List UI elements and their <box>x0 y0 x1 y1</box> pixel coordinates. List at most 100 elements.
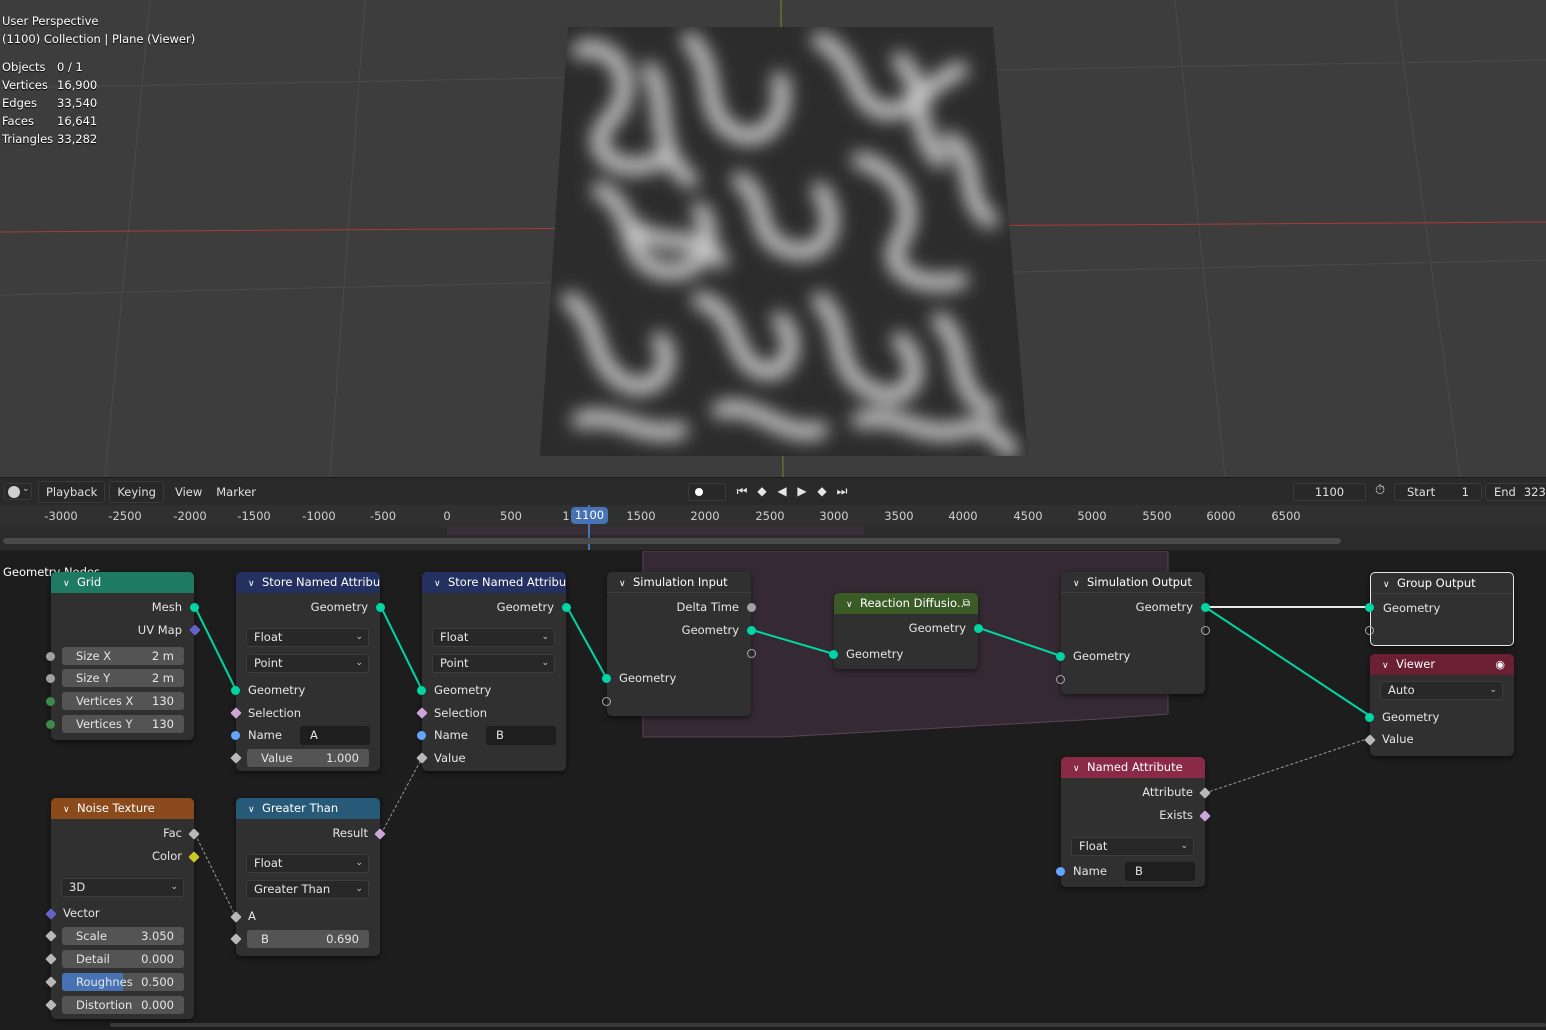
store-named-attribute-node[interactable]: ∨ Store Named Attribute Geometry Float ⌄ P… <box>416 572 571 771</box>
current-frame-field[interactable]: 1100 <box>1293 483 1366 501</box>
timeline-editor[interactable]: ⌄ Playback Keying View Marker ⏮ ◆ ◀ ▶ ◆ … <box>0 478 1546 550</box>
node-header[interactable]: ∨ Grid <box>51 572 194 593</box>
size-y-field[interactable]: Size Y 2 m <box>62 669 184 687</box>
keying-menu[interactable]: Keying <box>109 480 164 503</box>
empty-socket[interactable] <box>1201 626 1210 635</box>
play-reverse-icon[interactable]: ◀ <box>775 484 789 499</box>
size-x-field[interactable]: Size X 2 m <box>62 647 184 665</box>
mesh-socket[interactable] <box>190 603 199 612</box>
chevron-down-icon[interactable]: ∨ <box>63 800 77 819</box>
node-header[interactable]: ∨ Store Named Attribute <box>422 572 566 593</box>
vertices-y-field[interactable]: Vertices Y 130 <box>62 715 184 733</box>
chevron-down-icon[interactable]: ∨ <box>619 574 633 592</box>
node-header[interactable]: ∨ Store Named Attribute <box>236 572 380 593</box>
group-output-node[interactable]: ∨ Group Output Geometry <box>1365 572 1514 646</box>
name-input[interactable]: B <box>486 726 556 745</box>
geometry-out-socket[interactable] <box>376 603 385 612</box>
data-type-dropdown[interactable]: Float ⌄ <box>246 854 369 873</box>
geometry-in-socket[interactable] <box>602 674 611 683</box>
view-menu[interactable]: View <box>168 482 209 502</box>
geometry-in-socket[interactable] <box>1056 652 1065 661</box>
delta-time-socket[interactable] <box>747 603 756 612</box>
vertices-x-field[interactable]: Vertices X 130 <box>62 692 184 710</box>
chevron-down-icon[interactable]: ∨ <box>434 574 448 593</box>
data-type-dropdown[interactable]: Float ⌄ <box>432 628 555 647</box>
node-header[interactable]: ∨ Simulation Input <box>607 572 751 593</box>
viewer-domain-dropdown[interactable]: Auto ⌄ <box>1380 681 1503 700</box>
play-icon[interactable]: ▶ <box>795 484 809 499</box>
geometry-out-socket[interactable] <box>562 603 571 612</box>
name-socket[interactable] <box>1056 867 1065 876</box>
name-input[interactable]: B <box>1125 862 1195 881</box>
noise-texture-node[interactable]: ∨ Noise Texture Fac Color 3D ⌄ Vector Scal… <box>45 798 200 1019</box>
node-header[interactable]: ∨ Greater Than <box>236 798 380 819</box>
editor-type-button[interactable]: ⌄ <box>4 483 32 500</box>
timeline-scrollbar[interactable] <box>3 538 1341 544</box>
stopwatch-icon[interactable]: ⏱ <box>1375 483 1385 498</box>
auto-keying-button[interactable] <box>688 483 726 501</box>
3d-viewport[interactable]: User Perspective (1100) Collection | Pla… <box>0 0 1546 477</box>
reaction-diffusion-group-node[interactable]: ∨ Reaction Diffusio.. ⧉ Geometry Geometry <box>829 593 983 669</box>
empty-socket[interactable] <box>1056 675 1065 684</box>
name-socket[interactable] <box>417 731 426 740</box>
size-x-socket[interactable] <box>46 652 55 661</box>
empty-socket[interactable] <box>747 649 756 658</box>
geometry-out-socket[interactable] <box>1201 603 1210 612</box>
start-frame-field[interactable]: Start 1 <box>1394 483 1482 501</box>
jump-end-icon[interactable]: ⏭ <box>835 484 849 499</box>
node-header[interactable]: ∨ Noise Texture <box>51 798 194 819</box>
geometry-in-socket[interactable] <box>231 686 240 695</box>
node-header[interactable]: ∨ Simulation Output <box>1061 572 1205 593</box>
geometry-out-socket[interactable] <box>974 624 983 633</box>
chevron-down-icon[interactable]: ∨ <box>63 574 77 593</box>
vertices-x-socket[interactable] <box>46 697 55 706</box>
node-header[interactable]: ∨ Reaction Diffusio.. ⧉ <box>834 593 978 614</box>
name-input[interactable]: A <box>300 726 370 745</box>
chevron-down-icon[interactable]: ∨ <box>1383 575 1397 593</box>
size-y-socket[interactable] <box>46 674 55 683</box>
playback-menu[interactable]: Playback <box>38 480 106 503</box>
distortion-field[interactable]: Distortion 0.000 <box>62 996 184 1014</box>
grid-node[interactable]: ∨ Grid Mesh UV Map Size X 2 m Size Y 2 m Ve… <box>46 572 201 740</box>
operation-dropdown[interactable]: Greater Than ⌄ <box>246 880 369 899</box>
end-frame-field[interactable]: End 3233 <box>1485 483 1546 501</box>
chevron-down-icon[interactable]: ∨ <box>248 574 262 593</box>
viewer-node[interactable]: ∨ Viewer ◉ Auto ⌄ Geometry Value <box>1364 654 1514 756</box>
b-field[interactable]: B 0.690 <box>247 930 369 948</box>
domain-dropdown[interactable]: Point ⌄ <box>246 654 369 673</box>
node-header[interactable]: ∨ Viewer ◉ <box>1370 654 1514 675</box>
chevron-down-icon[interactable]: ∨ <box>248 800 262 819</box>
chevron-down-icon[interactable]: ∨ <box>1073 574 1087 592</box>
next-keyframe-icon[interactable]: ◆ <box>815 484 829 499</box>
named-attribute-node[interactable]: ∨ Named Attribute Attribute Exists Float ⌄… <box>1056 757 1211 887</box>
dimensions-dropdown[interactable]: 3D ⌄ <box>61 878 184 897</box>
domain-dropdown[interactable]: Point ⌄ <box>432 654 555 673</box>
frame-ruler[interactable]: -3000 -2500 -2000 -1500 -1000 -500 0 500… <box>0 505 1546 527</box>
jump-start-icon[interactable]: ⏮ <box>735 484 749 499</box>
geometry-out-socket[interactable] <box>747 626 756 635</box>
store-named-attribute-node[interactable]: ∨ Store Named Attribute Geometry Float ⌄ P… <box>230 572 385 771</box>
data-type-dropdown[interactable]: Float ⌄ <box>246 628 369 647</box>
node-header[interactable]: ∨ Group Output <box>1371 573 1513 594</box>
chevron-down-icon[interactable]: ∨ <box>1382 656 1396 675</box>
data-type-dropdown[interactable]: Float ⌄ <box>1071 837 1194 856</box>
chevron-down-icon[interactable]: ∨ <box>846 595 860 614</box>
roughness-slider[interactable]: Roughnes 0.500 <box>62 973 184 991</box>
node-editor[interactable]: Geometry Nodes ∨ Grid Mesh UV Map Size X2… <box>0 551 1546 1030</box>
compare-node[interactable]: ∨ Greater Than Result Float ⌄ Greater Than… <box>230 798 386 956</box>
node-group-icon[interactable]: ⧉ <box>963 593 970 614</box>
geometry-in-socket[interactable] <box>417 686 426 695</box>
chevron-down-icon[interactable]: ∨ <box>1073 759 1087 778</box>
marker-menu[interactable]: Marker <box>209 482 263 502</box>
eye-icon[interactable]: ◉ <box>1495 654 1505 675</box>
prev-keyframe-icon[interactable]: ◆ <box>755 484 769 499</box>
vertices-y-socket[interactable] <box>46 720 55 729</box>
detail-field[interactable]: Detail 0.000 <box>62 950 184 968</box>
geometry-in-socket[interactable] <box>1365 713 1374 722</box>
geometry-in-socket[interactable] <box>1365 603 1374 612</box>
node-editor-scrollbar[interactable] <box>110 1023 1546 1027</box>
simulation-input-node[interactable]: ∨ Simulation Input Delta Time Geometry Ge… <box>602 572 756 716</box>
scale-field[interactable]: Scale 3.050 <box>62 927 184 945</box>
geometry-in-socket[interactable] <box>829 650 838 659</box>
node-header[interactable]: ∨ Named Attribute <box>1061 757 1205 778</box>
